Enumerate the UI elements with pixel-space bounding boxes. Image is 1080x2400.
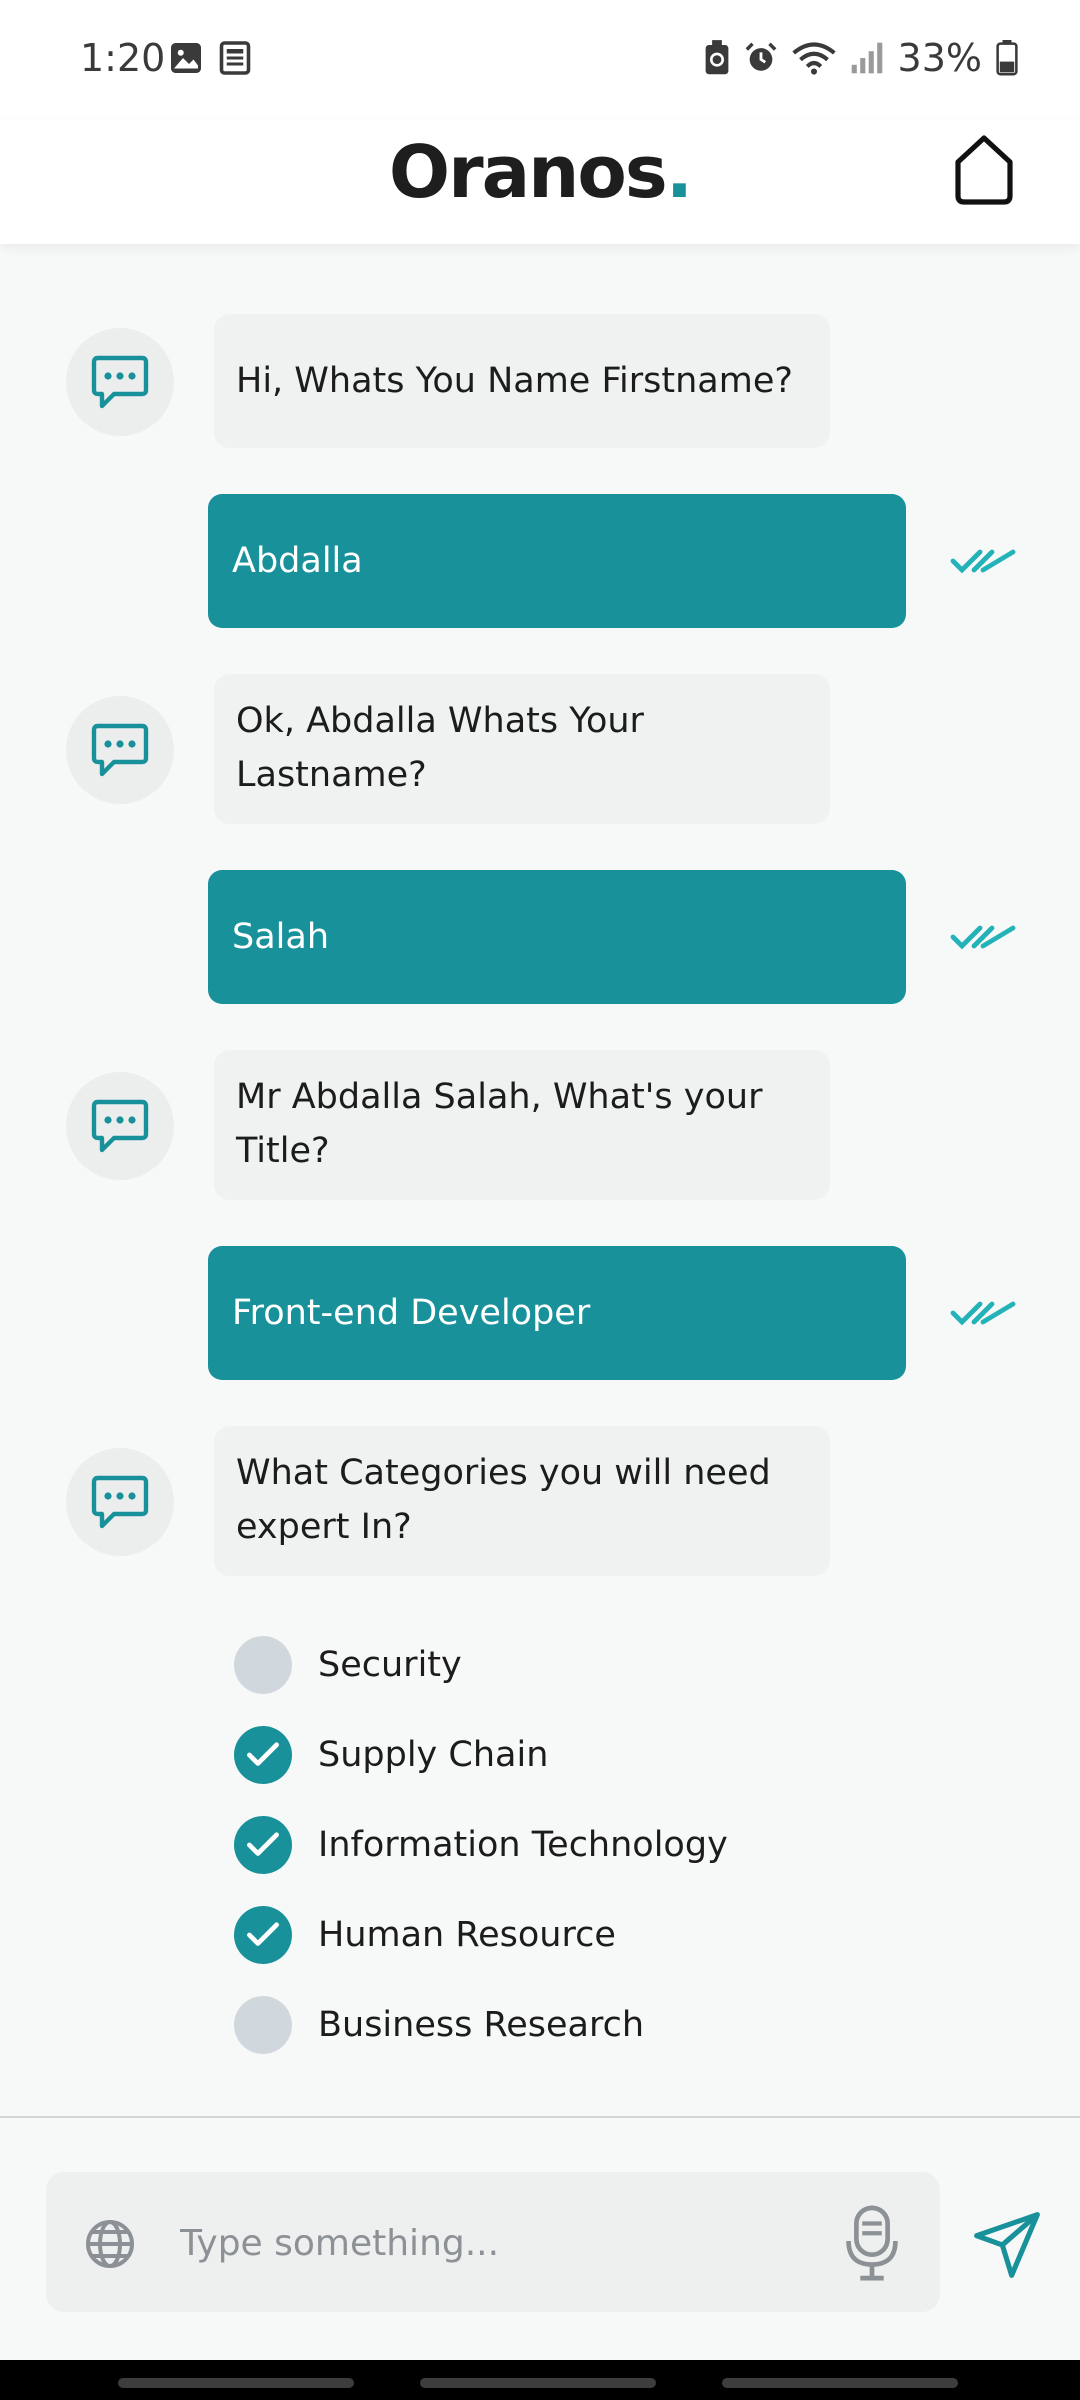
- bot-avatar: [66, 1448, 174, 1556]
- brand-name: Oranos: [388, 130, 668, 214]
- status-time: 1:20: [80, 36, 166, 80]
- message-input[interactable]: [178, 2202, 842, 2284]
- bot-message: Hi, Whats You Name Firstname?: [214, 314, 830, 448]
- chat-bubble-icon: [91, 1099, 149, 1153]
- radio-checked[interactable]: [234, 1726, 292, 1784]
- check-icon: [247, 1742, 279, 1766]
- double-check-icon: [950, 925, 1016, 950]
- home-icon[interactable]: [950, 132, 1018, 208]
- category-option-information-technology[interactable]: Information Technology: [234, 1800, 728, 1890]
- option-label: Business Research: [318, 2005, 645, 2045]
- battery-saver-icon: [705, 40, 728, 75]
- bot-message: Ok, Abdalla Whats Your Lastname?: [214, 674, 830, 824]
- radio-checked[interactable]: [234, 1816, 292, 1874]
- status-right-icons: 33%: [704, 36, 1018, 80]
- user-message: Front-end Developer: [208, 1246, 906, 1380]
- wifi-icon: [791, 42, 836, 75]
- category-option-business-research[interactable]: Business Research: [234, 1980, 728, 2070]
- category-options: Security Supply Chain Information Techno…: [234, 1620, 728, 2070]
- status-left-icons: [168, 40, 253, 76]
- chat-bubble-icon: [91, 723, 149, 777]
- option-label: Security: [318, 1645, 462, 1685]
- category-option-supply-chain[interactable]: Supply Chain: [234, 1710, 728, 1800]
- news-icon: [219, 41, 251, 75]
- double-check-icon: [950, 549, 1016, 574]
- double-check-icon: [950, 1301, 1016, 1326]
- bot-message: What Categories you will need expert In?: [214, 1426, 830, 1576]
- brand-dot: .: [665, 130, 693, 214]
- app-header: Oranos.: [0, 120, 1080, 244]
- chat-area: Hi, Whats You Name Firstname? Abdalla Ok…: [0, 244, 1080, 2116]
- system-nav-bar: [0, 2360, 1080, 2400]
- nav-recent-handle[interactable]: [118, 2378, 354, 2388]
- radio-unchecked[interactable]: [234, 1636, 292, 1694]
- category-option-security[interactable]: Security: [234, 1620, 728, 1710]
- image-icon: [171, 43, 201, 73]
- chat-bubble-icon: [91, 355, 149, 409]
- brand-logo: Oranos.: [0, 130, 1080, 214]
- nav-back-handle[interactable]: [722, 2378, 958, 2388]
- composer-input-wrap: [46, 2172, 940, 2312]
- signal-icon: [851, 42, 882, 74]
- bot-avatar: [66, 328, 174, 436]
- chat-bubble-icon: [91, 1475, 149, 1529]
- category-option-human-resource[interactable]: Human Resource: [234, 1890, 728, 1980]
- send-icon[interactable]: [972, 2210, 1042, 2280]
- option-label: Human Resource: [318, 1915, 616, 1955]
- radio-checked[interactable]: [234, 1906, 292, 1964]
- message-composer: [0, 2118, 1080, 2360]
- globe-icon[interactable]: [84, 2218, 136, 2270]
- option-label: Supply Chain: [318, 1735, 549, 1775]
- bot-message: Mr Abdalla Salah, What's your Title?: [214, 1050, 830, 1200]
- radio-unchecked[interactable]: [234, 1996, 292, 2054]
- alarm-icon: [745, 42, 776, 71]
- check-icon: [247, 1832, 279, 1856]
- option-label: Information Technology: [318, 1825, 728, 1865]
- battery-icon: [996, 40, 1018, 76]
- check-icon: [247, 1922, 279, 1946]
- bot-avatar: [66, 696, 174, 804]
- user-message: Abdalla: [208, 494, 906, 628]
- user-message: Salah: [208, 870, 906, 1004]
- bot-avatar: [66, 1072, 174, 1180]
- nav-home-handle[interactable]: [420, 2378, 656, 2388]
- microphone-icon[interactable]: [842, 2202, 902, 2284]
- status-bar: 1:20 33%: [0, 0, 1080, 120]
- battery-percent: 33%: [897, 36, 982, 80]
